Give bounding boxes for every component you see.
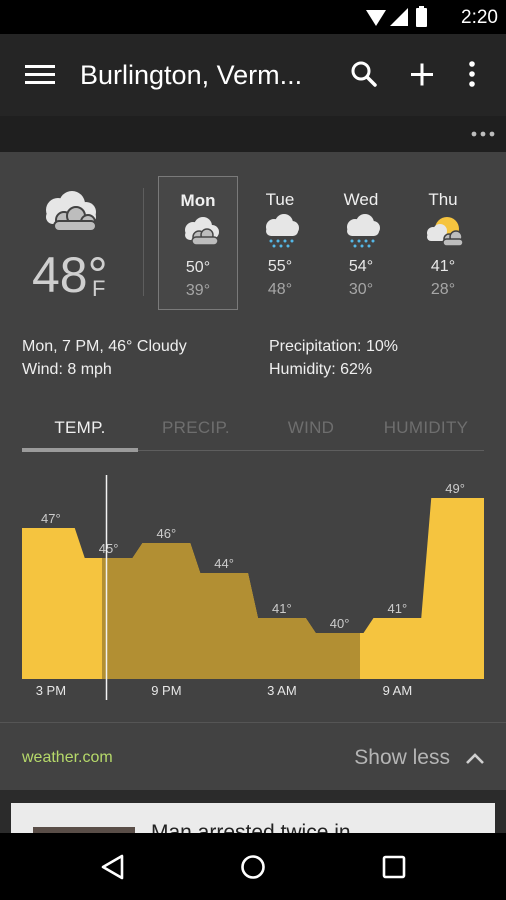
tab-wind[interactable]: WIND — [254, 418, 368, 438]
day-low: 48° — [267, 281, 293, 298]
chart-value-label: 41° — [272, 601, 292, 616]
rain-icon — [266, 214, 299, 248]
precipitation-detail: Precipitation: 10% — [269, 338, 398, 355]
wind-detail: Wind: 8 mph — [22, 361, 112, 378]
forecast-day-tue[interactable]: Tue 55° 48° — [240, 176, 320, 310]
search-icon[interactable] — [344, 54, 384, 94]
chart-value-label: 44° — [214, 556, 234, 571]
status-time: 2:20 — [461, 7, 498, 28]
day-low: 28° — [430, 281, 456, 298]
rain-icon — [347, 214, 380, 248]
time-condition: Mon, 7 PM, 46° Cloudy — [22, 338, 187, 355]
chart-x-tick: 9 PM — [151, 683, 181, 698]
signal-icon — [390, 8, 408, 26]
divider — [143, 188, 144, 296]
back-icon[interactable] — [98, 853, 128, 881]
wifi-icon — [366, 10, 386, 26]
cloudy-icon — [185, 217, 219, 246]
chart-value-label: 40° — [330, 616, 350, 631]
tab-precip[interactable]: PRECIP. — [138, 418, 254, 438]
cloudy-icon — [46, 191, 97, 232]
chart-x-tick: 3 AM — [267, 683, 297, 698]
day-name: Tue — [265, 190, 295, 209]
partly-sunny-icon — [427, 217, 464, 247]
forecast-day-thu[interactable]: Thu 41° 28° — [403, 176, 483, 310]
forecast-day-mon[interactable]: Mon 50° 39° — [158, 176, 238, 310]
day-low: 39° — [185, 282, 211, 299]
tab-temp[interactable]: TEMP. — [22, 418, 138, 438]
home-icon[interactable] — [238, 853, 268, 881]
chart-value-label: 41° — [388, 601, 408, 616]
overflow-menu-icon[interactable] — [452, 54, 492, 94]
location-title: Burlington, Verm... — [80, 60, 303, 90]
background-strip — [0, 116, 506, 152]
add-icon[interactable] — [402, 54, 442, 94]
weather-source-link[interactable]: weather.com — [22, 749, 113, 767]
chart-value-label: 45° — [99, 541, 119, 556]
recents-icon[interactable] — [379, 853, 409, 881]
day-low: 30° — [348, 281, 374, 298]
app-bar: Burlington, Verm... — [0, 34, 506, 116]
humidity-detail: Humidity: 62% — [269, 361, 373, 378]
day-high: 50° — [185, 259, 211, 276]
chart-value-label: 47° — [41, 511, 61, 526]
day-high: 41° — [430, 258, 456, 275]
chart-value-label: 46° — [157, 526, 177, 541]
menu-icon[interactable] — [20, 54, 60, 94]
battery-icon — [416, 8, 427, 27]
tab-indicator — [22, 448, 138, 452]
day-high: 55° — [267, 258, 293, 275]
card-more-icon[interactable] — [470, 128, 496, 140]
chart-value-label: 49° — [445, 481, 465, 496]
temperature-unit: F — [92, 276, 106, 301]
tab-humidity[interactable]: HUMIDITY — [368, 418, 484, 438]
status-icons — [366, 6, 427, 27]
status-bar: 2:20 — [0, 0, 506, 34]
day-name: Mon — [180, 191, 216, 210]
chart-night-area — [102, 498, 360, 679]
chevron-up-icon[interactable] — [464, 748, 486, 768]
navigation-bar — [0, 833, 506, 900]
forecast-day-wed[interactable]: Wed 54° 30° — [321, 176, 401, 310]
chart-x-tick: 9 AM — [383, 683, 413, 698]
card-footer-divider — [0, 722, 506, 723]
temperature-chart: 47° 45° 46° 44° 41° 40° 41° 49° 3 PM 9 PM 3 AM 9 AM — [22, 475, 484, 700]
day-name: Wed — [343, 190, 379, 209]
show-less-button[interactable]: Show less — [354, 746, 450, 770]
day-high: 54° — [348, 258, 374, 275]
day-name: Thu — [428, 190, 458, 209]
chart-x-tick: 3 PM — [36, 683, 66, 698]
